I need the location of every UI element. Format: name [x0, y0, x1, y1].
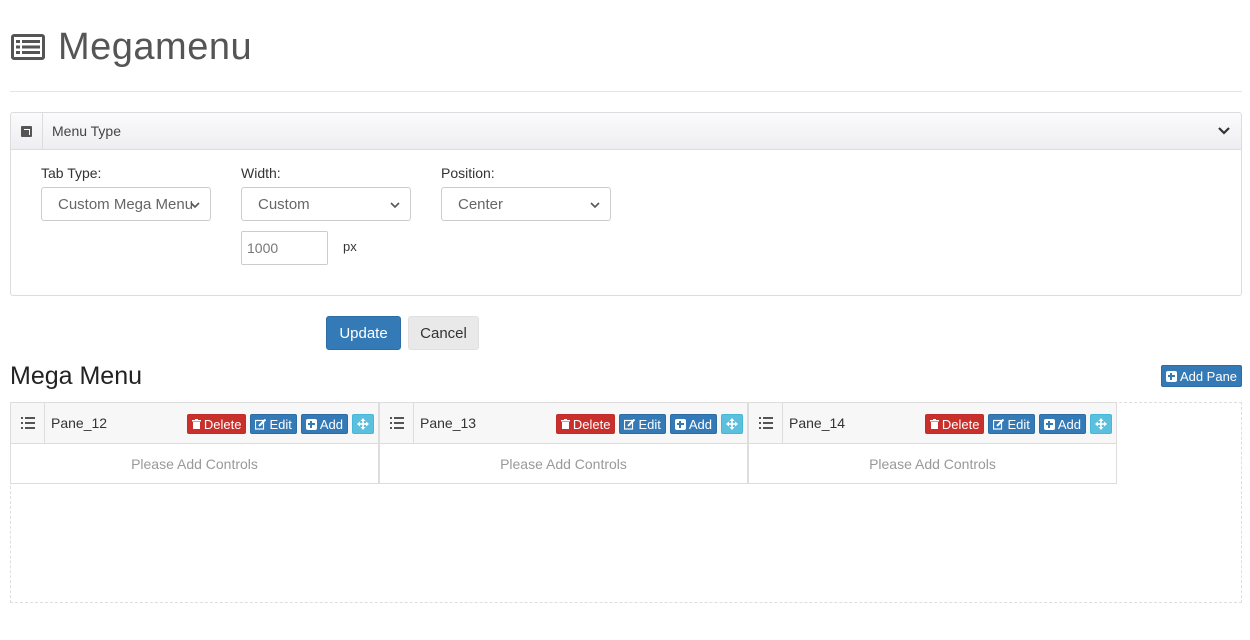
- pane-empty-text: Please Add Controls: [500, 456, 627, 472]
- delete-button[interactable]: Delete: [924, 414, 985, 434]
- list-icon[interactable]: [11, 403, 45, 443]
- pane-card: Pane_14 Delete Edit Add Please Add Contr…: [748, 402, 1117, 484]
- delete-label: Delete: [572, 416, 611, 432]
- move-icon: [726, 418, 738, 430]
- trash-icon: [560, 419, 570, 429]
- plus-square-icon: [1165, 370, 1177, 382]
- edit-icon: [993, 418, 1005, 430]
- pane-name: Pane_14: [789, 415, 846, 431]
- panel-icon-box: [11, 113, 43, 149]
- plus-square-icon: [305, 418, 317, 430]
- trash-icon: [929, 419, 939, 429]
- pane-card: Pane_13 Delete Edit Add Please Add Contr…: [379, 402, 748, 484]
- chevron-down-icon: [190, 202, 200, 209]
- custom-width-value: 1000: [247, 240, 279, 256]
- position-select[interactable]: Center: [441, 187, 611, 221]
- add-button[interactable]: Add: [1038, 414, 1086, 434]
- position-label: Position:: [441, 165, 495, 181]
- edit-icon: [624, 418, 636, 430]
- plus-square-icon: [1043, 418, 1055, 430]
- move-icon: [357, 418, 369, 430]
- delete-button[interactable]: Delete: [186, 414, 247, 434]
- width-label: Width:: [241, 165, 281, 181]
- page-title: Megamenu: [58, 25, 253, 68]
- move-button[interactable]: [721, 414, 743, 434]
- panel-header[interactable]: Menu Type: [11, 113, 1241, 150]
- cancel-button[interactable]: Cancel: [408, 316, 479, 350]
- update-button[interactable]: Update: [326, 316, 401, 350]
- move-button[interactable]: [1090, 414, 1112, 434]
- edit-label: Edit: [638, 416, 661, 432]
- custom-width-input[interactable]: 1000: [241, 231, 328, 265]
- edit-button[interactable]: Edit: [250, 414, 297, 434]
- plus-square-icon: [674, 418, 686, 430]
- width-unit: px: [343, 239, 357, 254]
- add-label: Add: [688, 416, 712, 432]
- edit-button[interactable]: Edit: [619, 414, 666, 434]
- width-value: Custom: [258, 196, 310, 213]
- add-label: Add: [319, 416, 343, 432]
- mega-menu-title: Mega Menu: [10, 362, 143, 390]
- delete-label: Delete: [203, 416, 242, 432]
- list-icon[interactable]: [380, 403, 414, 443]
- pane-name: Pane_13: [420, 415, 477, 431]
- pane-header: Pane_12 Delete Edit Add: [11, 403, 378, 444]
- tab-type-select[interactable]: Custom Mega Menu: [41, 187, 211, 221]
- delete-label: Delete: [941, 416, 980, 432]
- add-label: Add: [1057, 416, 1081, 432]
- tab-type-value: Custom Mega Menu: [58, 196, 194, 213]
- chevron-down-icon[interactable]: [1217, 124, 1231, 138]
- tab-type-label: Tab Type:: [41, 165, 102, 181]
- trash-icon: [191, 419, 201, 429]
- pane-card: Pane_12 Delete Edit Add Please Add Contr…: [10, 402, 379, 484]
- pane-empty-text: Please Add Controls: [131, 456, 258, 472]
- move-icon: [1095, 418, 1107, 430]
- external-link-icon: [21, 125, 32, 137]
- add-pane-button[interactable]: Add Pane: [1161, 365, 1242, 387]
- page-header: Megamenu: [10, 22, 252, 72]
- edit-label: Edit: [269, 416, 292, 432]
- edit-label: Edit: [1007, 416, 1030, 432]
- pane-header: Pane_13 Delete Edit Add: [380, 403, 747, 444]
- width-select[interactable]: Custom: [241, 187, 411, 221]
- divider: [10, 91, 1242, 92]
- edit-icon: [255, 418, 267, 430]
- chevron-down-icon: [390, 202, 400, 209]
- position-value: Center: [458, 196, 504, 213]
- move-button[interactable]: [352, 414, 374, 434]
- delete-button[interactable]: Delete: [555, 414, 616, 434]
- pane-header: Pane_14 Delete Edit Add: [749, 403, 1116, 444]
- pane-empty-text: Please Add Controls: [869, 456, 996, 472]
- pane-name: Pane_12: [51, 415, 108, 431]
- panel-title: Menu Type: [52, 123, 122, 139]
- edit-button[interactable]: Edit: [988, 414, 1035, 434]
- add-button[interactable]: Add: [300, 414, 348, 434]
- add-pane-label: Add Pane: [1179, 368, 1238, 384]
- add-button[interactable]: Add: [669, 414, 717, 434]
- list-alt-icon: [11, 34, 45, 60]
- chevron-down-icon: [590, 202, 600, 209]
- list-icon[interactable]: [749, 403, 783, 443]
